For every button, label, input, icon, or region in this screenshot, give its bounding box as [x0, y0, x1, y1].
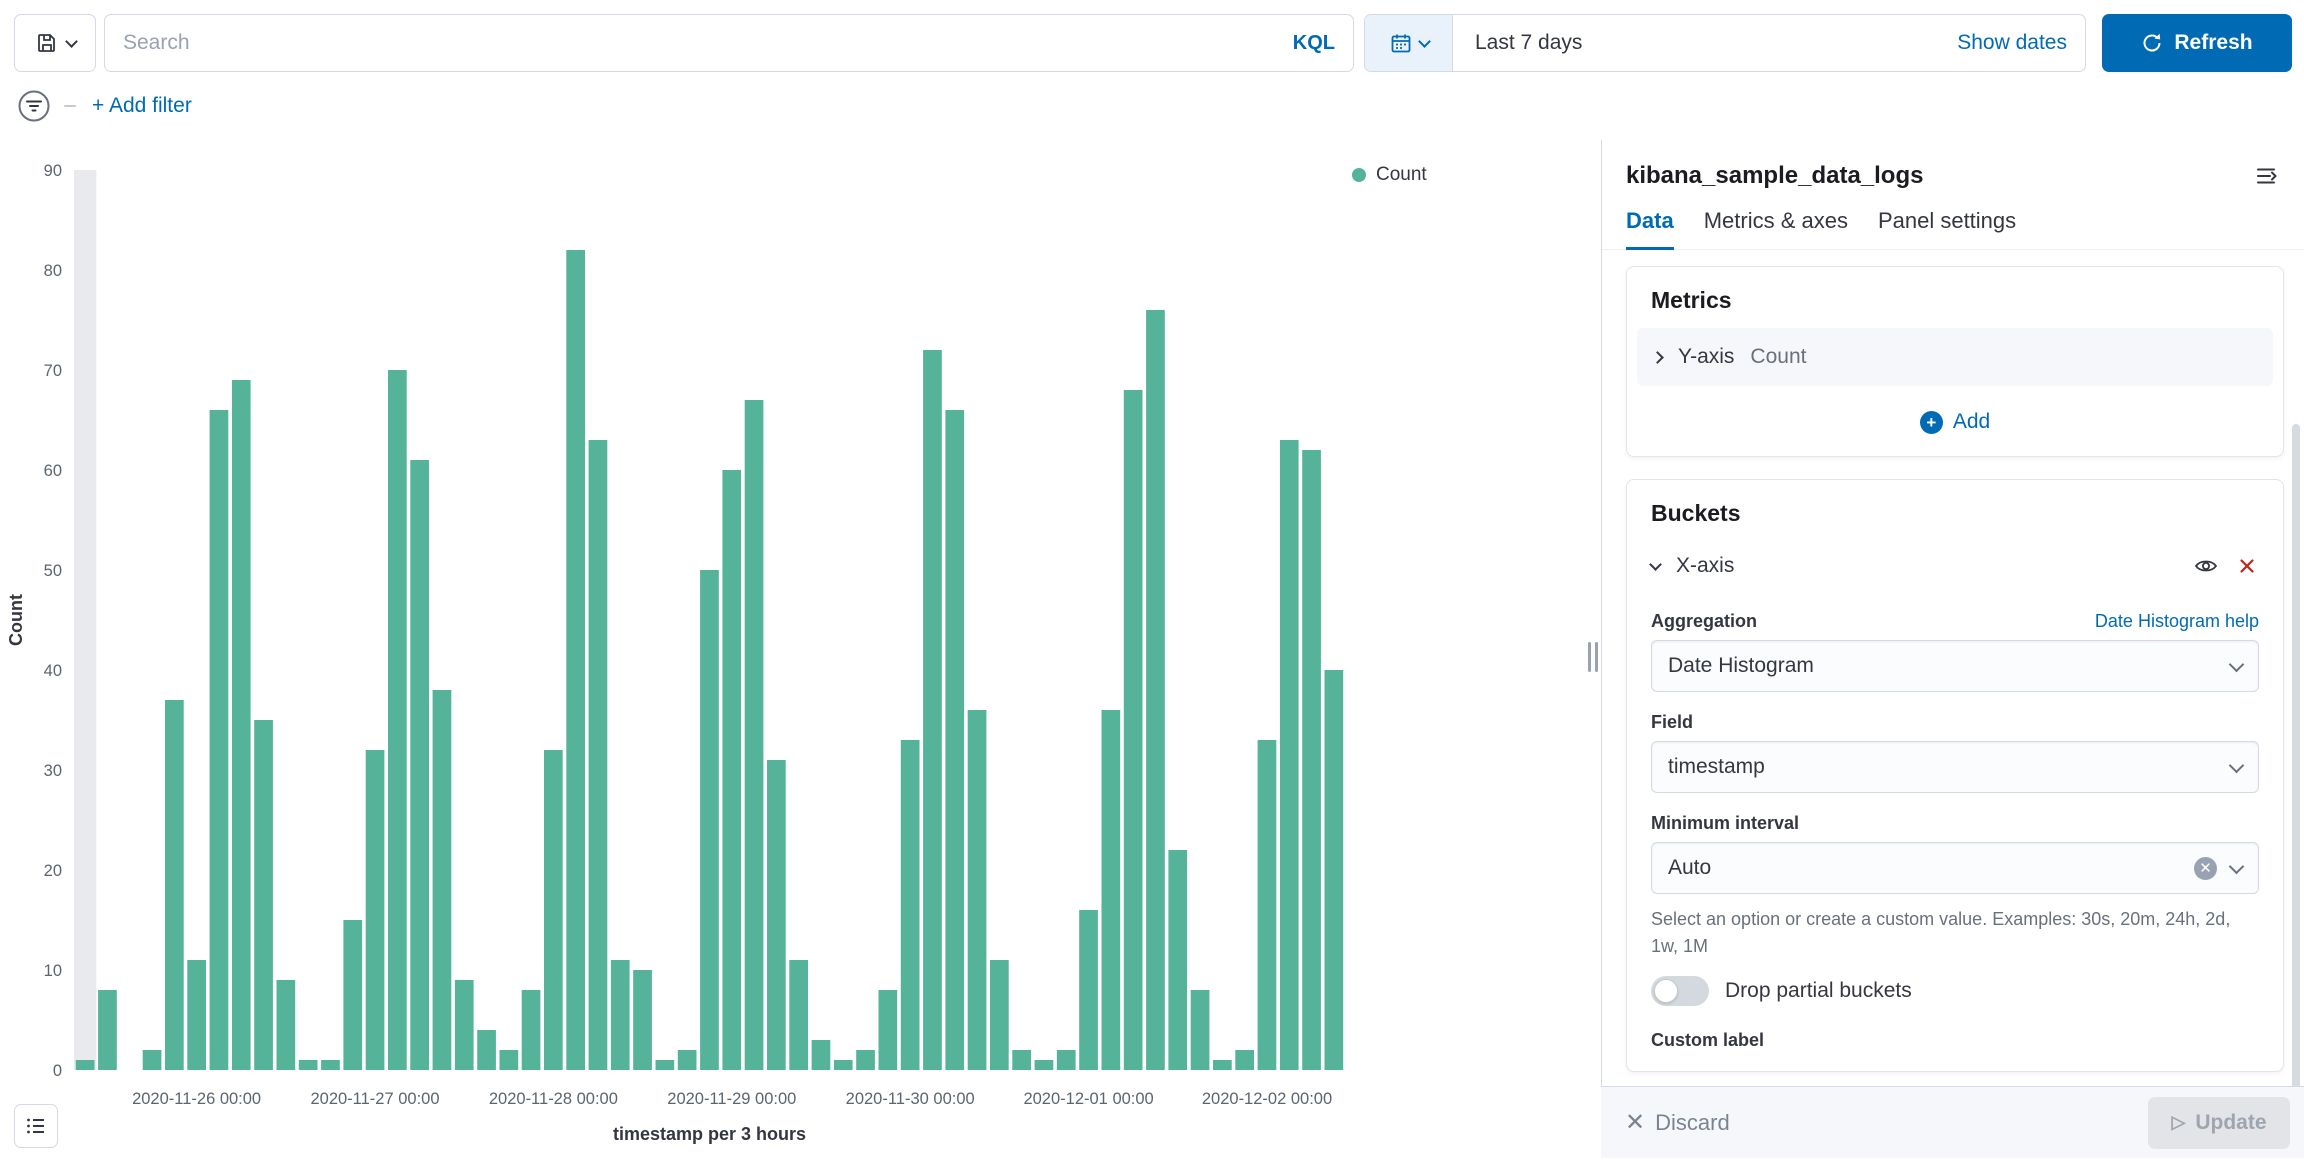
chart-legend: Count — [1352, 164, 1427, 186]
legend-series-label[interactable]: Count — [1376, 164, 1427, 186]
chevron-down-icon — [1418, 35, 1431, 48]
metrics-card-title: Metrics — [1651, 287, 2259, 314]
date-histogram-help-link[interactable]: Date Histogram help — [2095, 611, 2259, 632]
svg-text:30: 30 — [44, 762, 62, 780]
tab-data[interactable]: Data — [1626, 208, 1674, 250]
update-label: Update — [2195, 1111, 2266, 1135]
tab-panel-settings[interactable]: Panel settings — [1878, 208, 2016, 249]
chevron-down-icon[interactable] — [1649, 558, 1662, 571]
collapse-panel-icon[interactable] — [2254, 163, 2280, 189]
chevron-down-icon — [65, 35, 78, 48]
discard-button[interactable]: ✕ Discard — [1625, 1110, 1730, 1136]
minimum-interval-helper-text: Select an option or create a custom valu… — [1651, 906, 2259, 960]
play-icon: ▷ — [2171, 1112, 2185, 1133]
metric-row-value: Count — [1750, 345, 1806, 369]
tab-metrics-axes[interactable]: Metrics & axes — [1704, 208, 1848, 249]
save-icon — [35, 31, 59, 55]
svg-text:70: 70 — [44, 362, 62, 380]
svg-text:2020-12-02 00:00: 2020-12-02 00:00 — [1202, 1090, 1332, 1108]
chart-panel: 0 10 20 30 40 50 60 70 80 90 2020-11-26 00:00 2020-… — [0, 140, 1588, 1158]
svg-text:2020-12-01 00:00: 2020-12-01 00:00 — [1023, 1090, 1153, 1108]
svg-text:2020-11-28 00:00: 2020-11-28 00:00 — [489, 1090, 618, 1108]
svg-text:20: 20 — [44, 862, 62, 880]
filter-icon[interactable] — [16, 88, 52, 124]
buckets-card: Buckets X-axis Aggregation — [1626, 479, 2284, 1072]
svg-text:0: 0 — [53, 1062, 62, 1080]
add-metric-label: Add — [1953, 410, 1990, 434]
refresh-icon — [2141, 32, 2163, 54]
minimum-interval-label: Minimum interval — [1651, 813, 1799, 834]
update-button[interactable]: ▷ Update — [2148, 1097, 2290, 1149]
editor-side-panel: kibana_sample_data_logs Data Metrics & a… — [1601, 140, 2304, 1158]
scrollbar-thumb[interactable] — [2292, 424, 2300, 1158]
custom-label-label: Custom label — [1651, 1030, 2259, 1051]
svg-text:2020-11-27 00:00: 2020-11-27 00:00 — [310, 1090, 439, 1108]
field-value: timestamp — [1668, 755, 2231, 779]
legend-series-dot[interactable] — [1352, 168, 1366, 182]
clear-selection-icon[interactable]: ✕ — [2194, 857, 2217, 880]
refresh-button[interactable]: Refresh — [2102, 14, 2292, 72]
bucket-row-label: X-axis — [1676, 554, 2177, 578]
field-select[interactable]: timestamp — [1651, 741, 2259, 793]
plus-circle-icon: + — [1920, 411, 1943, 434]
svg-text:90: 90 — [44, 162, 62, 180]
filter-bar: + Add filter — [16, 84, 192, 128]
chevron-down-icon — [2229, 858, 2245, 874]
drop-partial-buckets-label: Drop partial buckets — [1725, 979, 1912, 1003]
filter-divider — [64, 105, 76, 107]
chevron-down-icon — [2229, 757, 2245, 773]
top-bar: KQL Last 7 days Show dates Refresh — [14, 14, 2292, 72]
search-input[interactable] — [123, 31, 1277, 55]
list-icon — [24, 1114, 48, 1138]
svg-text:2020-11-29 00:00: 2020-11-29 00:00 — [667, 1090, 796, 1108]
saved-query-menu-button[interactable] — [14, 14, 96, 72]
close-icon: ✕ — [1625, 1111, 1645, 1135]
kql-button[interactable]: KQL — [1277, 32, 1335, 55]
field-label: Field — [1651, 712, 1693, 733]
bar-chart-svg[interactable]: 0 10 20 30 40 50 60 70 80 90 2020-11-26 00:00 2020-… — [0, 140, 1588, 1158]
svg-text:40: 40 — [44, 662, 62, 680]
buckets-card-title: Buckets — [1651, 500, 2259, 527]
date-quick-select-button[interactable] — [1365, 15, 1453, 71]
metric-yaxis-row[interactable]: Y-axis Count — [1637, 328, 2273, 386]
svg-text:50: 50 — [44, 562, 62, 580]
panel-resize-handle[interactable] — [1585, 634, 1601, 680]
index-pattern-title: kibana_sample_data_logs — [1626, 162, 1923, 190]
chevron-down-icon — [2229, 656, 2245, 672]
svg-text:Count: Count — [6, 594, 26, 646]
svg-text:10: 10 — [44, 962, 62, 980]
bucket-xaxis-row: X-axis — [1651, 541, 2259, 591]
search-bar: KQL — [104, 14, 1354, 72]
svg-text:2020-11-30 00:00: 2020-11-30 00:00 — [846, 1090, 975, 1108]
editor-footer: ✕ Discard ▷ Update — [1601, 1086, 2304, 1158]
chevron-right-icon — [1651, 351, 1664, 364]
editor-tabs: Data Metrics & axes Panel settings — [1602, 208, 2304, 250]
svg-text:timestamp per 3 hours: timestamp per 3 hours — [613, 1124, 806, 1144]
minimum-interval-value: Auto — [1668, 856, 2194, 880]
minimum-interval-combobox[interactable]: Auto ✕ — [1651, 842, 2259, 894]
drop-partial-buckets-toggle[interactable] — [1651, 976, 1709, 1006]
calendar-icon — [1389, 31, 1413, 55]
refresh-label: Refresh — [2174, 31, 2252, 55]
svg-text:60: 60 — [44, 462, 62, 480]
aggregation-label: Aggregation — [1651, 611, 1757, 632]
legend-toggle-button[interactable] — [14, 1104, 58, 1148]
aggregation-value: Date Histogram — [1668, 654, 2231, 678]
show-dates-button[interactable]: Show dates — [1957, 31, 2085, 55]
remove-bucket-icon[interactable] — [2235, 554, 2259, 578]
add-metric-button[interactable]: + Add — [1651, 404, 2259, 436]
metrics-card: Metrics Y-axis Count + Add — [1626, 266, 2284, 457]
add-filter-button[interactable]: + Add filter — [92, 94, 192, 118]
svg-text:2020-11-26 00:00: 2020-11-26 00:00 — [132, 1090, 261, 1108]
time-range-value[interactable]: Last 7 days — [1453, 31, 1957, 55]
metric-row-label: Y-axis — [1678, 345, 1734, 369]
date-picker: Last 7 days Show dates — [1364, 14, 2086, 72]
svg-text:80: 80 — [44, 262, 62, 280]
discard-label: Discard — [1655, 1110, 1730, 1136]
aggregation-select[interactable]: Date Histogram — [1651, 640, 2259, 692]
eye-icon[interactable] — [2193, 553, 2219, 579]
